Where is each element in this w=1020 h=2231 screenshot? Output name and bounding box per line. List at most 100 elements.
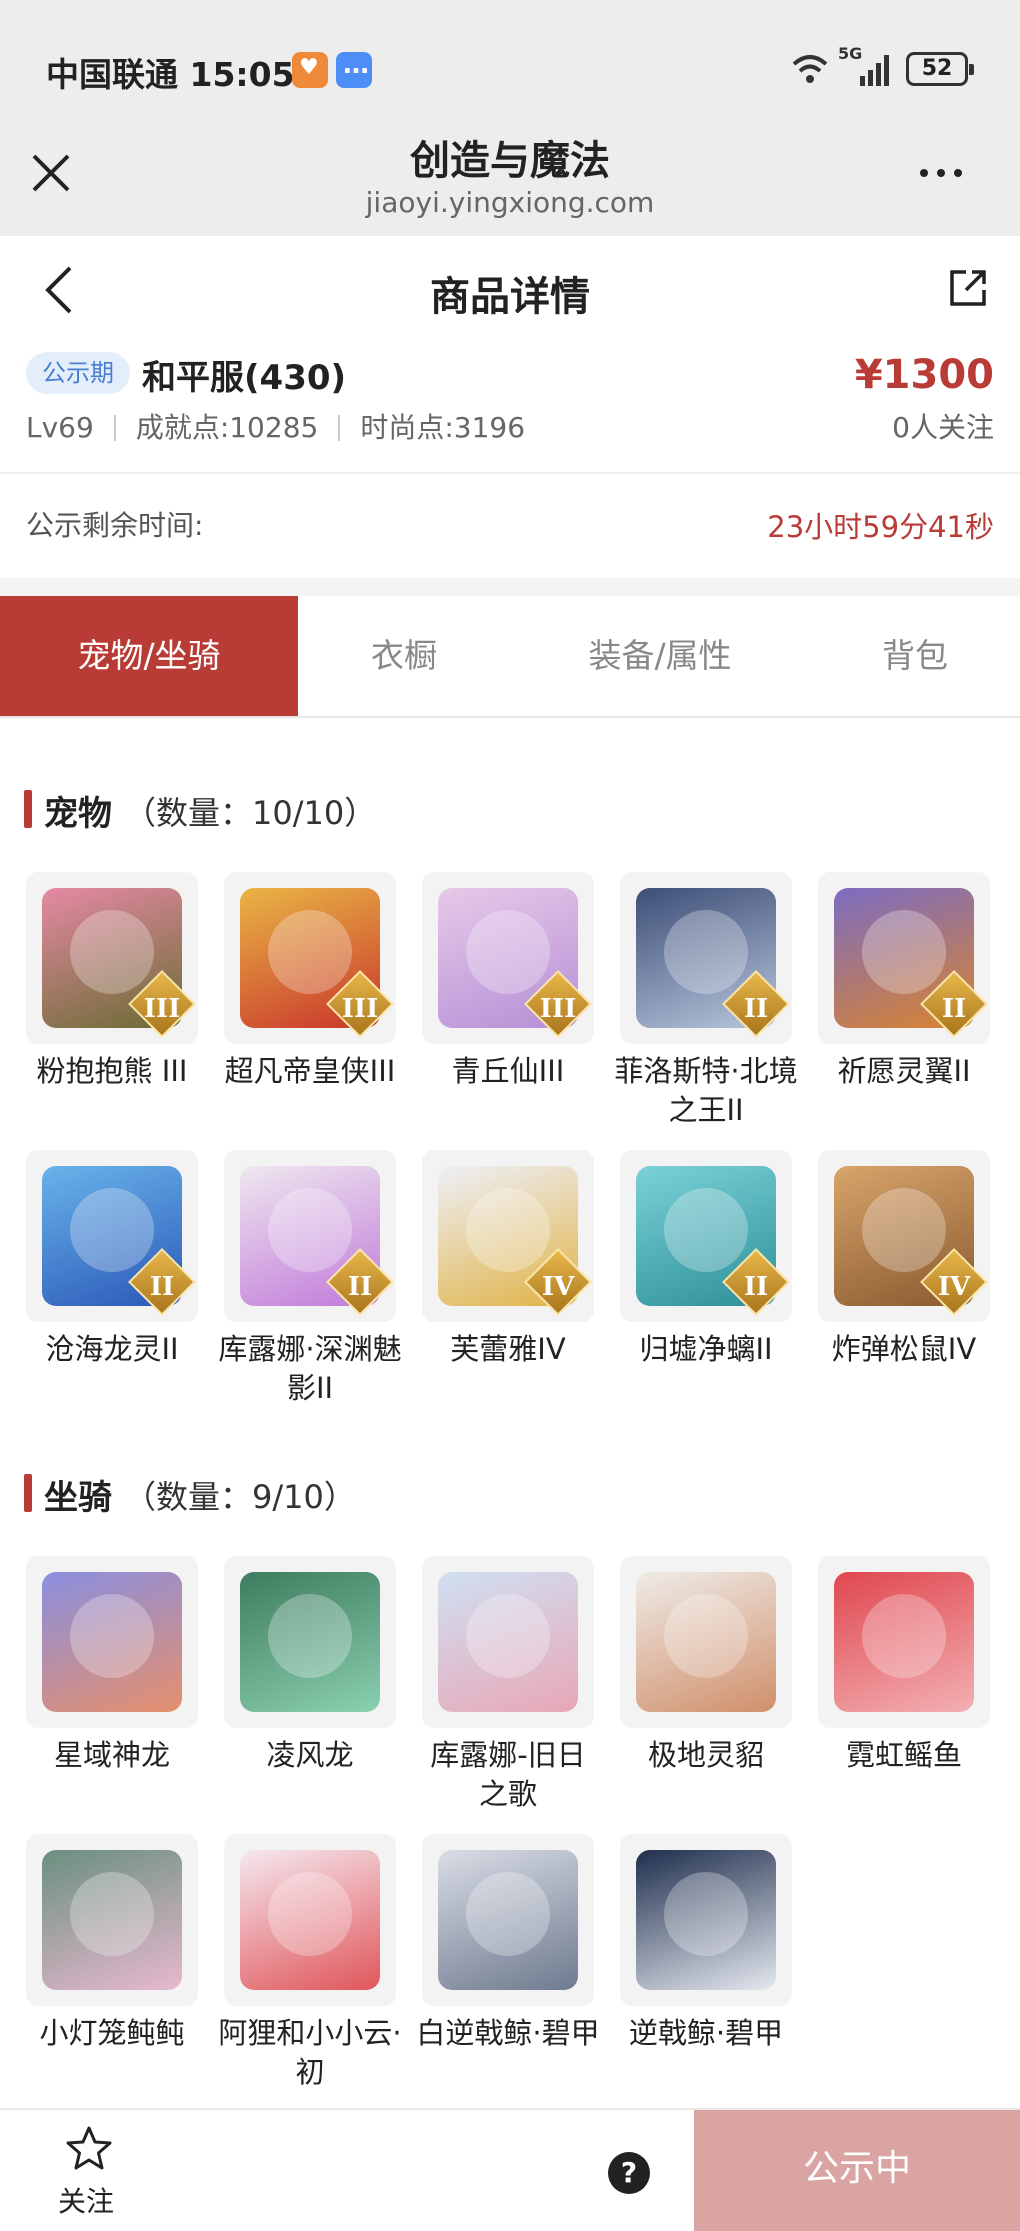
image-highlight — [664, 1872, 748, 1956]
mount-thumbnail — [818, 1556, 990, 1728]
public-status-button[interactable]: 公示中 — [694, 2110, 1020, 2231]
mount-name: 星域神龙 — [53, 1738, 170, 1772]
image-highlight — [268, 1594, 352, 1678]
pets-grid: III 粉抱抱熊 III III 超凡帝皇侠III III 青丘仙III II 菲洛斯特·北境… — [26, 872, 998, 1412]
pet-thumbnail: IV — [422, 1150, 594, 1322]
signal-icon — [860, 55, 889, 86]
mount-image — [438, 1850, 578, 1990]
grade-label: IV — [541, 1272, 575, 1302]
grade-label: IV — [937, 1272, 971, 1302]
pet-thumbnail: II — [818, 872, 990, 1044]
mount-name: 极地灵貂 — [647, 1738, 764, 1772]
image-highlight — [466, 1872, 550, 1956]
pet-name: 超凡帝皇侠III — [224, 1054, 396, 1088]
mount-image — [240, 1850, 380, 1990]
status-bar: 中国联通 15:05 5G 52 — [0, 0, 1020, 120]
help-icon[interactable]: ? — [608, 2152, 650, 2194]
grade-label: II — [941, 994, 967, 1024]
mount-name: 霓虹鳐鱼 — [845, 1738, 962, 1772]
carrier-time: 中国联通 15:05 — [46, 55, 295, 94]
mount-thumbnail — [224, 1556, 396, 1728]
image-highlight — [466, 1188, 550, 1272]
image-highlight — [268, 910, 352, 994]
mount-thumbnail — [26, 1834, 198, 2006]
bottom-action-bar: 关注 ? 公示中 — [0, 2108, 1020, 2231]
pet-name: 粉抱抱熊 III — [36, 1054, 188, 1088]
grade-label: II — [149, 1272, 175, 1302]
more-options-icon[interactable] — [920, 162, 980, 186]
mount-thumbnail — [620, 1556, 792, 1728]
status-badge: 公示期 — [26, 352, 130, 394]
achievement-points: 成就点:10285 — [135, 411, 319, 444]
server-name: 和平服(430) — [142, 358, 347, 398]
tab-equipment-attributes[interactable]: 装备/属性 — [510, 596, 810, 716]
pet-thumbnail: III — [422, 872, 594, 1044]
pet-name: 菲洛斯特·北境之王II — [614, 1054, 798, 1127]
mount-name: 阿狸和小小云·初 — [218, 2016, 402, 2089]
mount-name: 白逆戟鲸·碧甲 — [416, 2016, 600, 2050]
star-icon[interactable] — [64, 2124, 114, 2174]
browser-domain: jiaoyi.yingxiong.com — [365, 186, 655, 219]
product-summary: 公示期 和平服(430) ¥1300 Lv69 成就点:10285 时尚点:3196… — [0, 346, 1020, 472]
follow-button[interactable]: 关注 — [58, 2180, 114, 2220]
grade-label: II — [743, 1272, 769, 1302]
price: ¥1300 — [854, 352, 994, 398]
grade-label: II — [743, 994, 769, 1024]
image-highlight — [862, 1594, 946, 1678]
mount-thumbnail — [620, 1834, 792, 2006]
image-highlight — [70, 910, 154, 994]
image-highlight — [70, 1872, 154, 1956]
remaining-time-label: 公示剩余时间: — [26, 509, 204, 542]
mount-name: 库露娜-旧日之歌 — [430, 1738, 586, 1811]
image-highlight — [466, 1594, 550, 1678]
pet-thumbnail: II — [620, 872, 792, 1044]
section-gap — [0, 578, 1020, 596]
notification-app-icon — [292, 52, 328, 88]
tab-pets-mounts[interactable]: 宠物/坐骑 — [0, 596, 298, 716]
tab-wardrobe[interactable]: 衣橱 — [298, 596, 510, 716]
pet-thumbnail: II — [26, 1150, 198, 1322]
image-highlight — [664, 1188, 748, 1272]
mount-image — [834, 1572, 974, 1712]
section-accent-bar — [24, 1474, 32, 1512]
mount-thumbnail — [26, 1556, 198, 1728]
pet-name: 芙蕾雅IV — [450, 1332, 566, 1366]
mount-name: 凌风龙 — [266, 1738, 354, 1772]
page-header: 商品详情 — [0, 236, 1020, 346]
pets-count: （数量：10/10） — [124, 794, 377, 832]
wifi-icon — [792, 55, 828, 83]
mount-image — [42, 1572, 182, 1712]
share-icon[interactable] — [946, 266, 990, 310]
follower-count: 0人关注 — [892, 411, 994, 444]
browser-chrome: 中国联通 15:05 5G 52 创造与魔法 jiaoyi.yingxiong.… — [0, 0, 1020, 236]
tab-backpack[interactable]: 背包 — [810, 596, 1020, 716]
mount-name: 小灯笼鲀鲀 — [39, 2016, 185, 2050]
account-stats: Lv69 成就点:10285 时尚点:3196 — [26, 406, 525, 446]
image-highlight — [664, 910, 748, 994]
mount-thumbnail — [224, 1834, 396, 2006]
pet-name: 炸弹松鼠IV — [831, 1332, 977, 1366]
mount-thumbnail — [422, 1834, 594, 2006]
mounts-title: 坐骑 — [44, 1478, 112, 1518]
pet-thumbnail: III — [26, 872, 198, 1044]
battery-indicator: 52 — [906, 52, 974, 86]
pet-name: 祈愿灵翼II — [837, 1054, 971, 1088]
mounts-grid: 星域神龙 凌风龙 库露娜-旧日之歌 极地灵貂 霓虹鳐鱼小灯笼鲀鲀 阿狸和小小云·初 白逆戟鲸… — [26, 1556, 998, 2096]
level: Lv69 — [26, 411, 94, 444]
mount-image — [240, 1572, 380, 1712]
remaining-time-row: 公示剩余时间: 23小时59分41秒 — [0, 474, 1020, 578]
grade-label: III — [539, 994, 577, 1024]
grade-label: II — [347, 1272, 373, 1302]
message-app-icon — [336, 50, 372, 88]
image-highlight — [466, 910, 550, 994]
grade-label: III — [143, 994, 181, 1024]
page-title: 商品详情 — [430, 274, 590, 320]
mount-name: 逆戟鲸·碧甲 — [628, 2016, 784, 2050]
remaining-time-value: 23小时59分41秒 — [767, 510, 994, 544]
image-highlight — [70, 1188, 154, 1272]
image-highlight — [268, 1872, 352, 1956]
pet-thumbnail: IV — [818, 1150, 990, 1322]
section-accent-bar — [24, 790, 32, 828]
pet-thumbnail: II — [620, 1150, 792, 1322]
image-highlight — [664, 1594, 748, 1678]
